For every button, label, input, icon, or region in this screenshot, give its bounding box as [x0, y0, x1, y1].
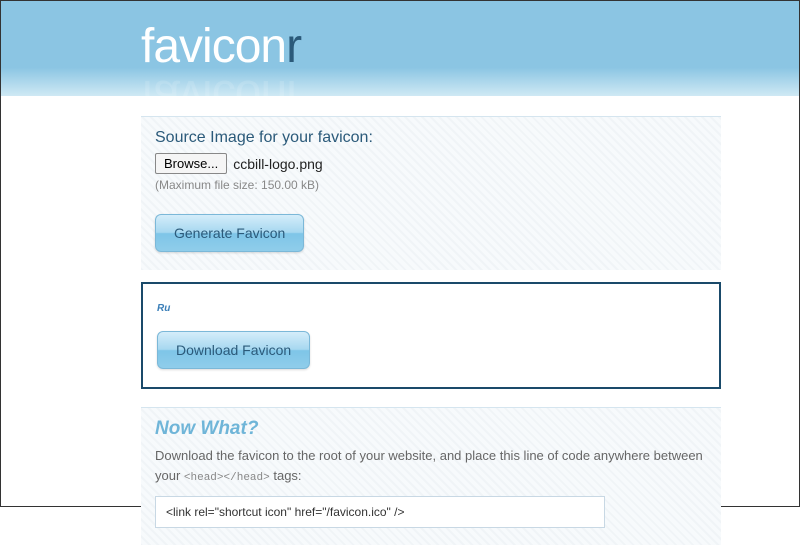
now-what-text: Download the favicon to the root of your…: [155, 446, 707, 486]
source-image-label: Source Image for your favicon:: [155, 129, 707, 147]
code-snippet-box[interactable]: <link rel="shortcut icon" href="/favicon…: [155, 496, 605, 528]
logo-reflection: faviconr: [141, 69, 301, 124]
result-panel: Ru Download Favicon: [141, 282, 721, 389]
max-file-size-label: (Maximum file size: 150.00 kB): [155, 178, 707, 192]
browse-button[interactable]: Browse...: [155, 153, 227, 174]
download-favicon-button[interactable]: Download Favicon: [157, 331, 310, 369]
header: faviconr faviconr: [1, 1, 799, 96]
logo-text-main: favicon: [141, 20, 286, 73]
selected-filename: ccbill-logo.png: [233, 156, 323, 172]
now-what-title: Now What?: [155, 418, 707, 440]
favicon-preview-icon: Ru: [157, 303, 173, 317]
file-row: Browse... ccbill-logo.png: [155, 153, 707, 174]
logo: faviconr: [141, 1, 799, 74]
head-tags-code: <head></head>: [184, 472, 270, 484]
content: Source Image for your favicon: Browse...…: [1, 116, 799, 545]
generate-favicon-button[interactable]: Generate Favicon: [155, 214, 304, 252]
upload-panel: Source Image for your favicon: Browse...…: [141, 116, 721, 270]
logo-text-r: r: [286, 20, 301, 73]
now-what-panel: Now What? Download the favicon to the ro…: [141, 407, 721, 545]
